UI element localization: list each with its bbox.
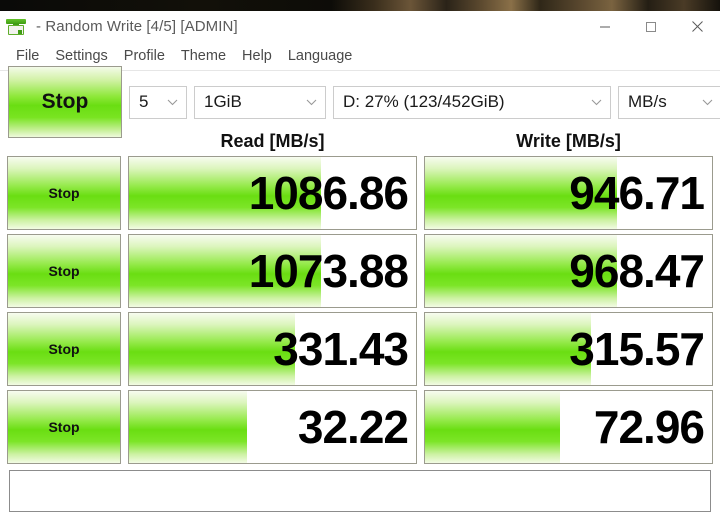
chevron-down-icon: [306, 93, 317, 111]
menu-item-language[interactable]: Language: [280, 46, 361, 66]
read-fill-bar: [129, 313, 296, 385]
menu-item-settings[interactable]: Settings: [47, 46, 115, 66]
read-result-cell[interactable]: 1086.86: [128, 156, 417, 230]
row-stop-button[interactable]: Stop: [7, 234, 121, 308]
results-table: Stop 1086.86 946.71 Stop 1073.88 968.47 …: [0, 156, 720, 464]
maximize-icon[interactable]: [628, 11, 674, 42]
chevron-down-icon: [167, 93, 178, 111]
row-stop-button[interactable]: Stop: [7, 312, 121, 386]
menu-item-file[interactable]: File: [8, 46, 47, 66]
menu-item-profile[interactable]: Profile: [116, 46, 173, 66]
write-result-cell[interactable]: 946.71: [424, 156, 713, 230]
test-size-value: 1GiB: [204, 92, 242, 111]
row-stop-button[interactable]: Stop: [7, 390, 121, 464]
unit-value: MB/s: [628, 92, 667, 111]
chevron-down-icon: [591, 93, 602, 111]
write-fill-bar: [425, 313, 592, 385]
header-read: Read [MB/s]: [220, 130, 325, 151]
window-title: - Random Write [4/5] [ADMIN]: [36, 18, 238, 35]
read-value: 32.22: [297, 401, 409, 453]
crystaldiskmark-window: - Random Write [4/5] [ADMIN] File Settin…: [0, 11, 720, 518]
row-stop-button[interactable]: Stop: [7, 156, 121, 230]
window-controls: [582, 11, 720, 42]
write-result-cell[interactable]: 72.96: [424, 390, 713, 464]
test-size-dropdown[interactable]: 1GiB: [194, 85, 326, 119]
table-row: Stop 331.43 315.57: [7, 312, 713, 386]
write-value: 315.57: [569, 323, 705, 375]
read-result-cell[interactable]: 1073.88: [128, 234, 417, 308]
minimize-icon[interactable]: [582, 11, 628, 42]
menu-item-help[interactable]: Help: [234, 46, 280, 66]
main-stop-button[interactable]: Stop: [8, 66, 122, 138]
write-result-cell[interactable]: 968.47: [424, 234, 713, 308]
write-fill-bar: [425, 391, 560, 463]
toolbar: Stop 5 1GiB D: 27% (123/452GiB) MB/s: [0, 66, 720, 138]
read-result-cell[interactable]: 331.43: [128, 312, 417, 386]
write-value: 72.96: [593, 401, 705, 453]
menu-item-theme[interactable]: Theme: [173, 46, 234, 66]
write-value: 946.71: [569, 167, 705, 219]
crystaldiskmark-icon: [6, 17, 26, 37]
desktop-background-strip: [0, 0, 720, 11]
table-row: Stop 1073.88 968.47: [7, 234, 713, 308]
chevron-down-icon: [702, 93, 713, 111]
read-value: 331.43: [273, 323, 409, 375]
read-value: 1073.88: [248, 245, 409, 297]
close-icon[interactable]: [674, 11, 720, 42]
read-fill-bar: [129, 391, 247, 463]
target-drive-dropdown[interactable]: D: 27% (123/452GiB): [333, 85, 611, 119]
read-value: 1086.86: [248, 167, 409, 219]
header-write: Write [MB/s]: [516, 130, 621, 151]
write-result-cell[interactable]: 315.57: [424, 312, 713, 386]
table-row: Stop 32.22 72.96: [7, 390, 713, 464]
write-value: 968.47: [569, 245, 705, 297]
test-count-dropdown[interactable]: 5: [129, 85, 187, 119]
test-count-value: 5: [139, 92, 149, 111]
target-drive-value: D: 27% (123/452GiB): [343, 92, 505, 111]
table-row: Stop 1086.86 946.71: [7, 156, 713, 230]
status-progress-box: [9, 470, 711, 512]
read-result-cell[interactable]: 32.22: [128, 390, 417, 464]
unit-dropdown[interactable]: MB/s: [618, 85, 720, 119]
title-bar: - Random Write [4/5] [ADMIN]: [0, 11, 720, 42]
